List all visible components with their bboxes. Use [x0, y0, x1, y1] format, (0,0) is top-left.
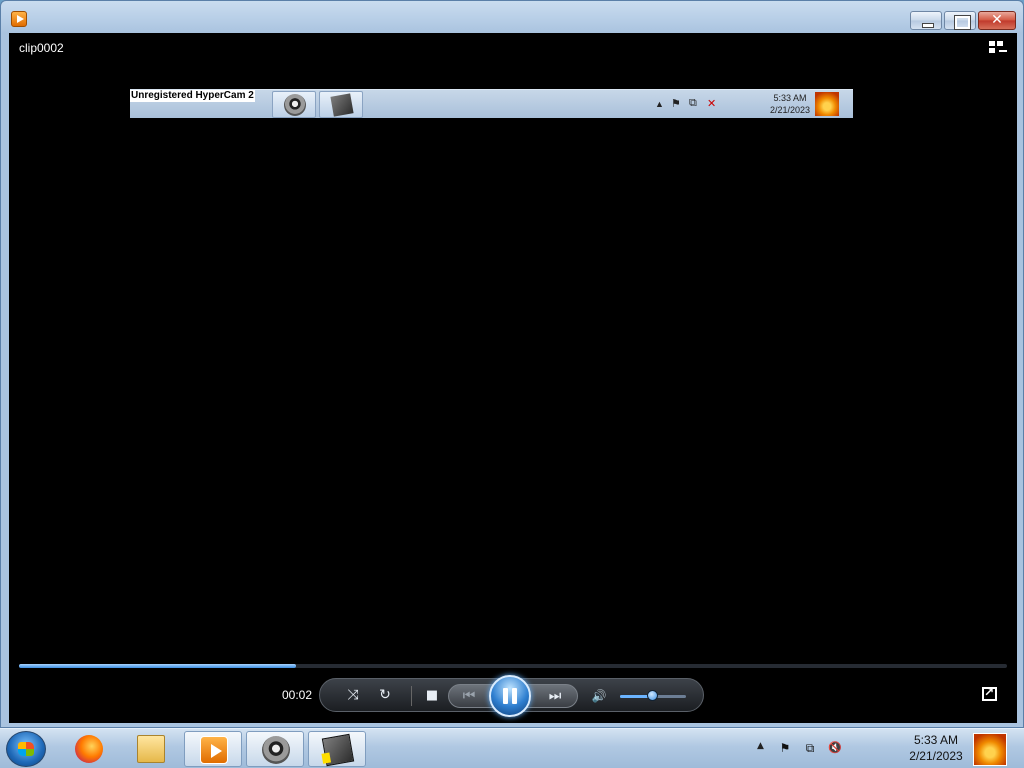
taskbar-item-media-player[interactable] [184, 731, 242, 767]
switch-to-library-icon[interactable] [989, 41, 1007, 55]
close-icon: ✕ [991, 12, 1003, 28]
video-clock-date: 2/21/2023 [769, 105, 811, 115]
video-clock-time: 5:33 AM [773, 93, 807, 103]
pause-button[interactable] [489, 675, 531, 717]
video-flag-icon: ⚑ [671, 98, 681, 110]
video-show-desktop-icon [815, 92, 839, 116]
action-center-flag-icon[interactable]: ⚑ [778, 741, 792, 755]
volume-icon[interactable]: 🔊 [588, 686, 610, 706]
maximize-button[interactable] [944, 11, 976, 30]
minimize-icon [911, 12, 941, 29]
elapsed-time: 00:02 [282, 688, 313, 702]
taskbar-item-hypercam[interactable] [308, 731, 366, 767]
divider [411, 686, 412, 706]
playback-controls: ⤨ ↻ ■ ⏮ ⏭ 🔊 [319, 675, 704, 717]
volume-slider-thumb[interactable] [647, 690, 658, 701]
minimize-button[interactable] [910, 11, 942, 30]
previous-icon[interactable]: ⏮ [455, 686, 483, 706]
media-player-icon[interactable] [11, 11, 27, 27]
show-desktop-button[interactable] [973, 733, 1007, 766]
video-network-icon: ⧉ [689, 97, 697, 109]
show-hidden-icons-icon[interactable]: ▲ [757, 741, 764, 751]
video-area[interactable]: clip0002 Unregistered HyperCam 2 ▲ ⚑ ⧉ ✕… [9, 33, 1017, 723]
media-player-window: ✕ clip0002 Unregistered HyperCam 2 ▲ ⚑ ⧉… [0, 0, 1024, 728]
clip-title: clip0002 [19, 41, 64, 55]
maximize-icon [945, 12, 975, 30]
raccoon-icon [262, 736, 290, 764]
video-frame-taskbar: Unregistered HyperCam 2 ▲ ⚑ ⧉ ✕ 5:33 AM … [130, 89, 853, 118]
taskbar-item-raccoon[interactable] [246, 731, 304, 767]
taskbar: ▲ ⚑ ⧉ 🔇 5:33 AM 2/21/2023 [0, 728, 1024, 768]
taskbar-item-file-explorer[interactable] [122, 731, 180, 767]
stop-icon[interactable]: ■ [422, 686, 442, 706]
video-volume-muted-icon: ✕ [707, 98, 717, 110]
seek-bar[interactable] [19, 664, 1007, 668]
video-raccoon-button [272, 91, 316, 118]
camera-icon [321, 733, 355, 767]
pause-icon [503, 688, 508, 704]
taskbar-clock[interactable]: 5:33 AM 2/21/2023 [898, 732, 974, 764]
folder-icon [137, 735, 165, 763]
video-tray-up-icon: ▲ [655, 99, 664, 109]
hypercam-watermark: Unregistered HyperCam 2 [130, 90, 255, 102]
camera-icon [330, 93, 354, 117]
taskbar-item-firefox[interactable] [60, 731, 118, 767]
seek-bar-progress [19, 664, 296, 668]
pause-icon-bar [512, 688, 517, 704]
repeat-icon[interactable]: ↻ [374, 685, 396, 705]
next-icon[interactable]: ⏭ [541, 686, 569, 706]
network-icon[interactable]: ⧉ [803, 741, 817, 755]
start-button[interactable] [6, 731, 46, 767]
shuffle-icon[interactable]: ⤨ [342, 685, 364, 705]
volume-muted-icon[interactable]: 🔇 [828, 741, 842, 755]
close-button[interactable]: ✕ [978, 11, 1016, 30]
fullscreen-icon[interactable] [982, 685, 997, 701]
video-camera-button [319, 91, 363, 118]
clock-time: 5:33 AM [913, 733, 959, 747]
firefox-icon [75, 735, 103, 763]
raccoon-icon [284, 94, 306, 116]
media-player-icon [200, 736, 228, 764]
title-bar[interactable]: ✕ [1, 1, 1023, 33]
clock-date: 2/21/2023 [909, 749, 963, 763]
